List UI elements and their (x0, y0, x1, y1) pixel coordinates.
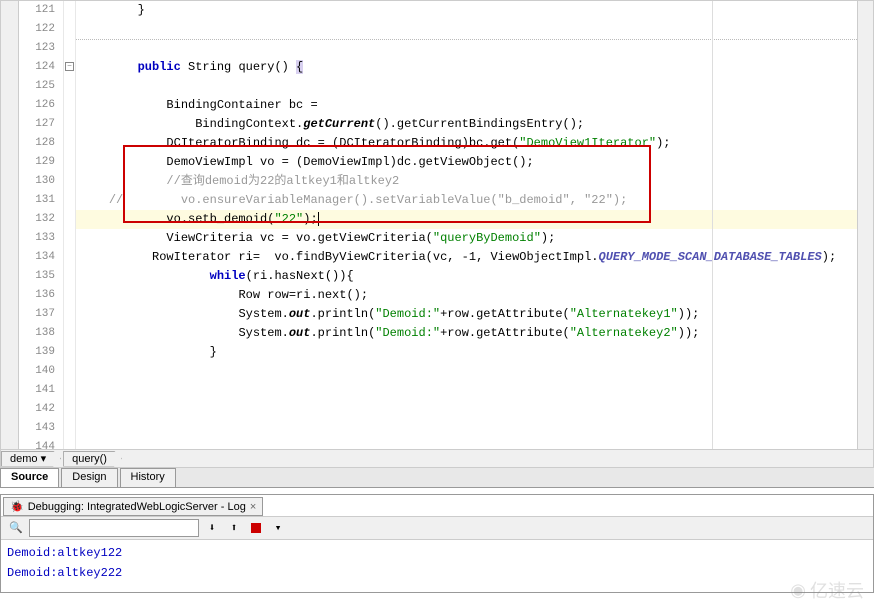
line-number: 133 (19, 229, 63, 248)
watermark: ◉ 亿速云 (790, 577, 864, 603)
code-line[interactable] (76, 39, 873, 58)
line-number: 131 (19, 191, 63, 210)
code-line[interactable]: Row row=ri.next(); (76, 286, 873, 305)
log-line: Demoid:altkey222 (7, 566, 867, 586)
code-line[interactable] (76, 438, 873, 449)
code-line[interactable]: BindingContext.getCurrent().getCurrentBi… (76, 115, 873, 134)
line-number: 121 (19, 1, 63, 20)
marker-strip (1, 1, 19, 449)
code-line[interactable]: DCIteratorBinding dc = (DCIteratorBindin… (76, 134, 873, 153)
code-line[interactable]: } (76, 343, 873, 362)
line-number-gutter: 1211221231241251261271281291301311321331… (19, 1, 64, 449)
log-line: Demoid:altkey122 (7, 546, 867, 566)
line-number: 142 (19, 400, 63, 419)
code-line[interactable]: //查询demoid为22的altkey1和altkey2 (76, 172, 873, 191)
tab-source[interactable]: Source (0, 468, 59, 487)
editor-tabs[interactable]: SourceDesignHistory (0, 468, 874, 488)
menu-icon[interactable]: ▾ (269, 519, 287, 537)
breadcrumb-item[interactable]: query() (63, 451, 122, 467)
line-number: 126 (19, 96, 63, 115)
tab-history[interactable]: History (120, 468, 176, 487)
line-number: 134 (19, 248, 63, 267)
code-line[interactable] (76, 362, 873, 381)
log-tab[interactable]: 🐞 Debugging: IntegratedWebLogicServer - … (3, 497, 263, 516)
arrow-up-icon[interactable]: ⬆ (225, 519, 243, 537)
line-number: 141 (19, 381, 63, 400)
line-number: 122 (19, 20, 63, 39)
code-line[interactable] (76, 20, 873, 39)
line-number: 124 (19, 58, 63, 77)
code-line[interactable] (76, 77, 873, 96)
breadcrumb-item[interactable]: demo ▾ (1, 451, 61, 467)
line-number: 138 (19, 324, 63, 343)
code-line[interactable]: System.out.println("Demoid:"+row.getAttr… (76, 324, 873, 343)
code-line[interactable]: BindingContainer bc = (76, 96, 873, 115)
line-number: 140 (19, 362, 63, 381)
watermark-icon: ◉ (790, 580, 806, 601)
line-number: 132 (19, 210, 63, 229)
line-number: 137 (19, 305, 63, 324)
breadcrumb[interactable]: demo ▾query() (0, 450, 874, 468)
line-number: 125 (19, 77, 63, 96)
bug-icon: 🐞 (10, 500, 24, 513)
code-editor[interactable]: 1211221231241251261271281291301311321331… (0, 0, 874, 450)
watermark-text: 亿速云 (810, 577, 864, 603)
log-output[interactable]: Demoid:altkey122Demoid:altkey222 (1, 540, 873, 592)
line-number: 143 (19, 419, 63, 438)
log-tab-title: Debugging: IntegratedWebLogicServer - Lo… (28, 501, 246, 513)
log-search-input[interactable] (29, 519, 199, 537)
code-line[interactable] (76, 400, 873, 419)
line-number: 128 (19, 134, 63, 153)
code-line[interactable]: vo.setb_demoid("22"); (76, 210, 873, 229)
tab-design[interactable]: Design (61, 468, 117, 487)
line-number: 130 (19, 172, 63, 191)
line-number: 135 (19, 267, 63, 286)
code-line[interactable]: ViewCriteria vc = vo.getViewCriteria("qu… (76, 229, 873, 248)
code-line[interactable]: RowIterator ri= vo.findByViewCriteria(vc… (76, 248, 873, 267)
arrow-down-icon[interactable]: ⬇ (203, 519, 221, 537)
code-line[interactable]: // vo.ensureVariableManager().setVariabl… (76, 191, 873, 210)
close-icon[interactable]: × (250, 501, 256, 513)
code-line[interactable]: while(ri.hasNext()){ (76, 267, 873, 286)
fold-toggle[interactable]: − (65, 62, 74, 71)
code-line[interactable]: public String query() { (76, 58, 873, 77)
code-line[interactable] (76, 419, 873, 438)
fold-strip[interactable]: − (64, 1, 76, 449)
vertical-scrollbar[interactable] (857, 1, 873, 449)
find-icon[interactable]: 🔍 (7, 519, 25, 537)
line-number: 136 (19, 286, 63, 305)
line-number: 139 (19, 343, 63, 362)
log-toolbar: 🔍 ⬇ ⬆ ▾ (1, 516, 873, 540)
code-line[interactable]: DemoViewImpl vo = (DemoViewImpl)dc.getVi… (76, 153, 873, 172)
line-number: 127 (19, 115, 63, 134)
code-line[interactable] (76, 381, 873, 400)
line-number: 129 (19, 153, 63, 172)
log-panel: 🐞 Debugging: IntegratedWebLogicServer - … (0, 494, 874, 593)
stop-icon[interactable] (247, 519, 265, 537)
line-number: 123 (19, 39, 63, 58)
code-line[interactable]: System.out.println("Demoid:"+row.getAttr… (76, 305, 873, 324)
code-line[interactable]: } (76, 1, 873, 20)
code-area[interactable]: } public String query() { BindingContain… (76, 1, 873, 449)
